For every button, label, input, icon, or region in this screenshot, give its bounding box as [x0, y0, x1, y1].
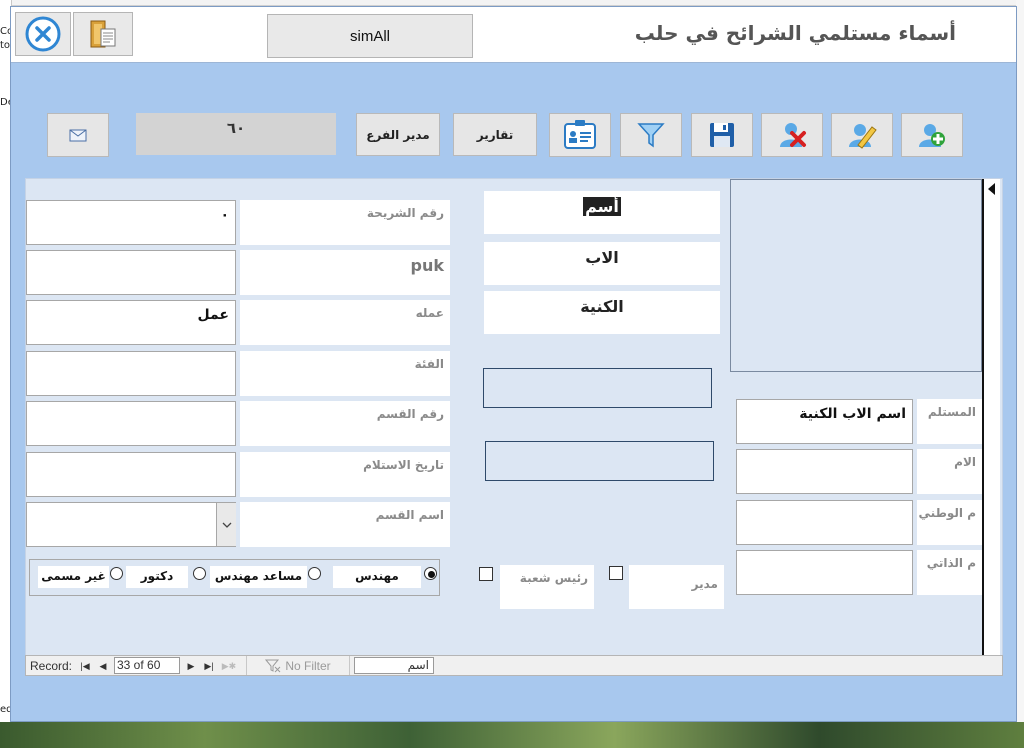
form-title: أسماء مستلمي الشرائح في حلب [634, 21, 956, 45]
mail-icon [69, 129, 87, 142]
delete-record-button[interactable] [761, 113, 823, 157]
mother-label: الام [917, 449, 982, 494]
recipient-label: المستلم [917, 399, 982, 444]
role-assistant-engineer-label: مساعد مهندس [210, 566, 307, 588]
recipient-field[interactable]: اسم الاب الكنية [736, 399, 913, 444]
role-unnamed-radio[interactable] [110, 567, 123, 580]
record-label: Record: [30, 659, 73, 673]
add-user-icon [919, 124, 945, 147]
save-icon [710, 123, 734, 147]
self-number-label: م الذاتي [917, 550, 982, 595]
role-unnamed-label: غير مسمى [38, 566, 109, 588]
filter-icon [637, 123, 665, 148]
category-label: الفئة [240, 351, 450, 396]
filter-off-icon [265, 659, 281, 672]
first-record-button[interactable]: |◀ [78, 658, 92, 674]
last-record-button[interactable]: ▶| [202, 658, 216, 674]
father-name-cell[interactable]: الاب [484, 242, 720, 285]
current-record-input[interactable]: 33 of 60 [114, 657, 180, 674]
self-number-field[interactable] [736, 550, 913, 595]
delete-user-icon [780, 123, 806, 147]
dept-number-field[interactable] [26, 401, 236, 446]
surname-cell[interactable]: الكنية [484, 291, 720, 334]
role-radio-group: مهندس مساعد مهندس دكتور غير مسمى [29, 559, 440, 596]
next-record-button[interactable]: ▶ [184, 658, 198, 674]
branch-manager-button[interactable]: مدير الفرع [356, 113, 440, 156]
empty-field-box[interactable] [485, 441, 714, 481]
first-name-selected-text: أسم [583, 197, 621, 216]
door-file-icon [90, 20, 116, 48]
reports-button[interactable]: تقارير [453, 113, 537, 156]
record-detail-panel: ٠ عمل رقم الشريحة puk عمله الفئة رقم الق… [25, 178, 1003, 676]
no-filter-toggle[interactable]: No Filter [246, 656, 350, 675]
dropdown-button[interactable] [216, 503, 236, 546]
manager-label: مدير [629, 565, 724, 609]
id-card-button[interactable] [549, 113, 611, 157]
work-field[interactable]: عمل [26, 300, 236, 345]
save-button[interactable] [691, 113, 753, 157]
first-name-cell[interactable]: أسم [484, 191, 720, 234]
close-form-button[interactable] [15, 12, 71, 56]
empty-field-box[interactable] [483, 368, 712, 408]
filter-button[interactable] [620, 113, 682, 157]
background-text: to [0, 40, 11, 51]
background-window-right [1016, 0, 1024, 748]
edit-user-icon [849, 124, 877, 149]
role-assistant-engineer-radio[interactable] [308, 567, 321, 580]
dept-name-label: اسم القسم [240, 502, 450, 547]
current-record-indicator-icon [988, 183, 995, 195]
navigator-search-input[interactable]: اسم [354, 657, 434, 674]
add-record-button[interactable] [901, 113, 963, 157]
role-engineer-radio[interactable] [424, 567, 437, 580]
role-engineer-label: مهندس [333, 566, 421, 588]
record-navigator: Record: |◀ ◀ 33 of 60 ▶ ▶| ▶✱ No Filter … [25, 655, 1003, 676]
role-doctor-label: دكتور [126, 566, 188, 588]
photo-frame [730, 179, 982, 372]
work-label: عمله [240, 300, 450, 345]
previous-record-button[interactable]: ◀ [96, 658, 110, 674]
record-count-display: ٦٠ [136, 113, 336, 155]
record-selector-bar[interactable] [982, 179, 1000, 657]
email-button[interactable] [47, 113, 109, 157]
close-icon [25, 16, 61, 52]
chip-number-field[interactable]: ٠ [26, 200, 236, 245]
puk-label: puk [240, 250, 450, 295]
manager-checkbox[interactable] [609, 566, 623, 580]
open-form-button[interactable] [73, 12, 133, 56]
simall-button[interactable]: simAll [267, 14, 473, 58]
chip-number-label: رقم الشريحة [240, 200, 450, 245]
national-number-label: م الوطني [917, 500, 982, 545]
new-record-button[interactable]: ▶✱ [222, 658, 236, 674]
receive-date-field[interactable] [26, 452, 236, 497]
dept-name-combo[interactable] [26, 502, 236, 547]
section-head-checkbox[interactable] [479, 567, 493, 581]
puk-field[interactable] [26, 250, 236, 295]
receive-date-label: تاريخ الاستلام [240, 452, 450, 497]
dept-number-label: رقم القسم [240, 401, 450, 446]
simall-window: simAll أسماء مستلمي الشرائح في حلب ٦٠ مد… [10, 6, 1017, 722]
form-header: simAll أسماء مستلمي الشرائح في حلب [11, 7, 1016, 63]
edit-record-button[interactable] [831, 113, 893, 157]
category-field[interactable] [26, 351, 236, 396]
chevron-down-icon [222, 522, 231, 528]
no-filter-label: No Filter [285, 658, 331, 673]
desktop-wallpaper [0, 722, 1024, 748]
national-number-field[interactable] [736, 500, 913, 545]
section-head-label: رئيس شعبة [500, 565, 594, 609]
mother-field[interactable] [736, 449, 913, 494]
role-doctor-radio[interactable] [193, 567, 206, 580]
id-card-icon [564, 120, 596, 149]
